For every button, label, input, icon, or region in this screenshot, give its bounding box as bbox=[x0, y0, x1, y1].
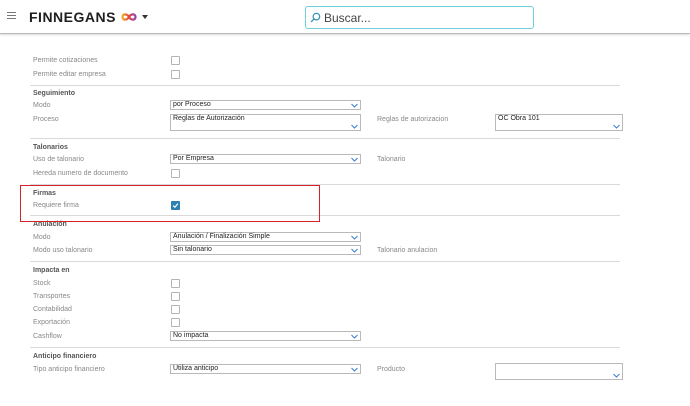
chevron-down-icon bbox=[351, 235, 358, 240]
modo-seguimiento-value: por Proceso bbox=[173, 101, 211, 108]
uso-talonario-select[interactable]: Por Empresa bbox=[170, 154, 361, 164]
modo-anulacion-value: Anulación / Finalización Simple bbox=[173, 233, 270, 240]
stock-label: Stock bbox=[33, 280, 51, 287]
cashflow-label: Cashflow bbox=[33, 333, 62, 340]
modo-anulacion-select[interactable]: Anulación / Finalización Simple bbox=[170, 232, 361, 242]
tipo-anticipo-select[interactable]: Utiliza anticipo bbox=[170, 364, 361, 374]
reglas-autorizacion-value: OC Obra 101 bbox=[498, 115, 540, 122]
proceso-label: Proceso bbox=[33, 116, 59, 123]
tipo-anticipo-label: Tipo anticipo financiero bbox=[33, 366, 105, 373]
anticipo-title: Anticipo financiero bbox=[33, 353, 97, 360]
search-input[interactable] bbox=[324, 10, 524, 25]
uso-talonario-value: Por Empresa bbox=[173, 155, 214, 162]
contabilidad-label: Contabilidad bbox=[33, 306, 72, 313]
modo-uso-talonario-label: Modo uso talonario bbox=[33, 247, 93, 254]
permite-editar-empresa-checkbox[interactable] bbox=[171, 70, 180, 79]
reglas-autorizacion-label: Reglas de autorizacion bbox=[377, 116, 449, 123]
producto-select[interactable] bbox=[495, 363, 623, 380]
chevron-down-icon bbox=[613, 124, 620, 129]
company-dropdown-chevron-icon[interactable] bbox=[142, 15, 148, 19]
permite-cotizaciones-label: Permite cotizaciones bbox=[33, 57, 98, 64]
modo-uso-talonario-select[interactable]: Sin talonario bbox=[170, 245, 361, 255]
modo-label: Modo bbox=[33, 102, 51, 109]
brand-name: FINNEGANS bbox=[29, 9, 116, 25]
brand-logo[interactable]: FINNEGANS bbox=[29, 9, 138, 25]
impacta-title: Impacta en bbox=[33, 267, 70, 274]
proceso-select[interactable]: Reglas de Autorización bbox=[170, 114, 361, 131]
chevron-down-icon bbox=[351, 367, 358, 372]
stock-checkbox[interactable] bbox=[171, 279, 180, 288]
search-icon bbox=[310, 12, 321, 23]
hereda-numero-label: Hereda numero de documento bbox=[33, 170, 128, 177]
chevron-down-icon bbox=[351, 157, 358, 162]
chevron-down-icon bbox=[351, 103, 358, 108]
cashflow-select[interactable]: No impacta bbox=[170, 331, 361, 341]
proceso-value: Reglas de Autorización bbox=[173, 115, 245, 122]
firmas-highlight-box bbox=[20, 185, 320, 222]
tipo-anticipo-value: Utiliza anticipo bbox=[173, 365, 219, 372]
modo-uso-talonario-value: Sin talonario bbox=[173, 246, 212, 253]
permite-cotizaciones-checkbox[interactable] bbox=[171, 56, 180, 65]
transportes-label: Transportes bbox=[33, 293, 71, 300]
cashflow-value: No impacta bbox=[173, 332, 209, 339]
talonario-anulacion-label: Talonario anulacion bbox=[377, 247, 438, 254]
divider bbox=[30, 85, 620, 86]
divider bbox=[30, 261, 620, 262]
chevron-down-icon bbox=[351, 334, 358, 339]
producto-label: Producto bbox=[377, 366, 406, 373]
talonario-label: Talonario bbox=[377, 156, 406, 163]
uso-talonario-label: Uso de talonario bbox=[33, 156, 84, 163]
search-box[interactable] bbox=[305, 6, 534, 29]
anulacion-title: Anulación bbox=[33, 221, 67, 228]
chevron-down-icon bbox=[351, 124, 358, 129]
reglas-autorizacion-select[interactable]: OC Obra 101 bbox=[495, 114, 623, 131]
talonarios-title: Talonarios bbox=[33, 144, 68, 151]
top-bar: FINNEGANS bbox=[0, 0, 690, 34]
contabilidad-checkbox[interactable] bbox=[171, 305, 180, 314]
hereda-numero-checkbox[interactable] bbox=[171, 169, 180, 178]
chevron-down-icon bbox=[351, 248, 358, 253]
infinity-logo-icon bbox=[121, 13, 137, 21]
chevron-down-icon bbox=[613, 373, 620, 378]
modo-anulacion-label: Modo bbox=[33, 234, 51, 241]
exportacion-checkbox[interactable] bbox=[171, 318, 180, 327]
divider bbox=[30, 347, 620, 348]
modo-seguimiento-select[interactable]: por Proceso bbox=[170, 100, 361, 110]
seguimiento-title: Seguimiento bbox=[33, 90, 76, 97]
permite-editar-empresa-label: Permite editar empresa bbox=[33, 71, 106, 78]
hamburger-menu-icon[interactable] bbox=[7, 12, 16, 21]
form-area: Permite cotizaciones Permite editar empr… bbox=[0, 34, 690, 406]
exportacion-label: Exportación bbox=[33, 319, 70, 326]
divider bbox=[30, 138, 620, 139]
transportes-checkbox[interactable] bbox=[171, 292, 180, 301]
